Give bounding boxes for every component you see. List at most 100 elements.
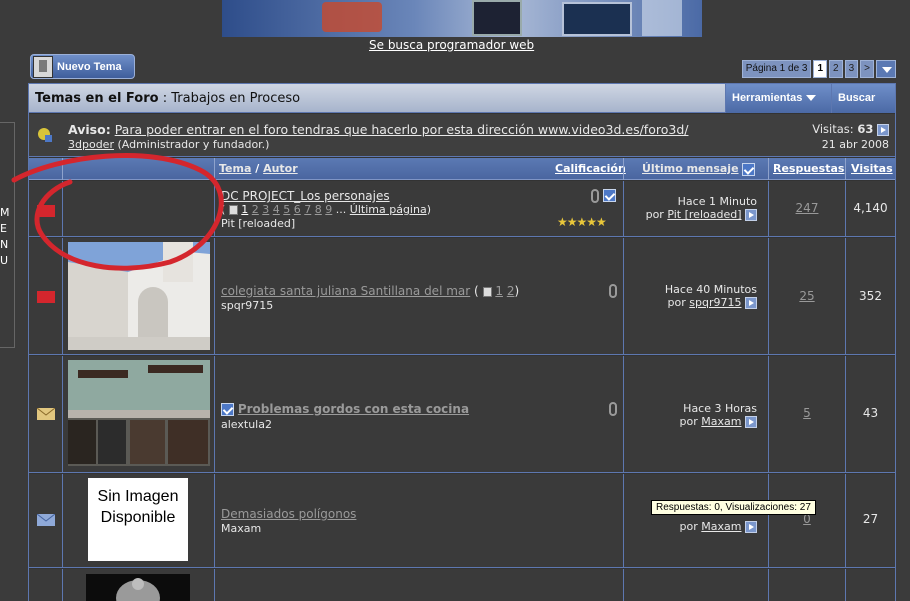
thread-row: DC PROJECT_Los personajes ( 1 2 3 4 5 6 … bbox=[29, 181, 895, 237]
last-post-user-link[interactable]: Pit [reloaded] bbox=[667, 208, 741, 221]
banner-decor bbox=[642, 0, 682, 36]
banner-decor bbox=[322, 2, 382, 32]
banner-decor bbox=[562, 2, 632, 36]
next-page-link[interactable]: > bbox=[860, 60, 874, 78]
folder-new-icon bbox=[37, 408, 55, 420]
page-link[interactable]: 3 bbox=[844, 60, 859, 78]
announcement-author[interactable]: 3dpoder bbox=[68, 138, 114, 151]
go-last-post-icon[interactable] bbox=[745, 209, 757, 221]
no-image-placeholder: Sin Imagen Disponible bbox=[88, 478, 188, 561]
thread-row bbox=[29, 569, 895, 601]
last-post-info: Hace 40 Minutos por spqr9715 bbox=[664, 283, 757, 309]
last-post-user-link[interactable]: spqr9715 bbox=[689, 296, 741, 309]
multipage-icon bbox=[482, 286, 492, 297]
new-topic-icon bbox=[33, 55, 53, 78]
page-link[interactable]: 1 bbox=[241, 203, 248, 216]
sort-last-post-link[interactable]: Último mensaje bbox=[642, 162, 739, 175]
thread-title-link[interactable]: colegiata santa juliana Santillana del m… bbox=[221, 284, 470, 298]
folder-hot-icon bbox=[37, 205, 55, 217]
thread-thumbnail[interactable] bbox=[86, 574, 190, 601]
new-topic-label: Nuevo Tema bbox=[57, 60, 122, 73]
sort-views-link[interactable]: Visitas bbox=[851, 162, 893, 175]
thread-author: Pit [reloaded] bbox=[221, 217, 296, 230]
sort-replies-link[interactable]: Respuestas bbox=[773, 162, 844, 175]
sort-author-link[interactable]: Autor bbox=[263, 162, 298, 175]
new-topic-button[interactable]: Nuevo Tema bbox=[30, 54, 135, 79]
views-count: 27 bbox=[862, 512, 879, 526]
thread-thumbnail[interactable] bbox=[68, 360, 210, 466]
sort-rating-link[interactable]: Calificación bbox=[555, 162, 626, 175]
page-link[interactable]: 3 bbox=[262, 203, 269, 216]
thread-page-links: ( 1 2) bbox=[474, 284, 520, 298]
subscribed-check-icon bbox=[603, 189, 616, 202]
go-last-post-icon[interactable] bbox=[745, 521, 757, 533]
page-link[interactable]: 4 bbox=[273, 203, 280, 216]
chevron-down-icon bbox=[806, 95, 817, 102]
multipage-icon bbox=[228, 205, 238, 215]
column-last-post: Último mensaje bbox=[642, 162, 756, 176]
left-menu-stub[interactable]: M E N U bbox=[0, 122, 15, 348]
thread-title-link[interactable]: DC PROJECT_Los personajes bbox=[221, 189, 390, 203]
replies-link[interactable]: 5 bbox=[770, 406, 844, 420]
announcement-author-line: 3dpoder (Administrador y fundador.) bbox=[68, 138, 270, 151]
attachment-icon bbox=[591, 189, 599, 203]
page-link[interactable]: 9 bbox=[325, 203, 332, 216]
thread-title-link[interactable]: Demasiados polígonos bbox=[221, 507, 356, 521]
thread-row: colegiata santa juliana Santillana del m… bbox=[29, 238, 895, 355]
go-last-post-icon[interactable] bbox=[745, 416, 757, 428]
thread-thumbnail[interactable] bbox=[68, 242, 210, 350]
sort-desc-icon[interactable] bbox=[742, 162, 756, 176]
announcement-link[interactable]: Para poder entrar en el foro tendras que… bbox=[115, 122, 689, 137]
page-info: Página 1 de 3 bbox=[741, 60, 812, 78]
search-menu-button[interactable]: Buscar bbox=[831, 84, 895, 131]
thread-table: Temas en el Foro : Trabajos en Proceso H… bbox=[28, 83, 896, 601]
announcement-date: 21 abr 2008 bbox=[821, 138, 889, 151]
go-last-post-icon[interactable] bbox=[745, 297, 757, 309]
tooltip: Respuestas: 0, Visualizaciones: 27 bbox=[651, 500, 816, 515]
thread-author: Maxam bbox=[221, 522, 262, 535]
thread-row: Sin Imagen Disponible Demasiados polígon… bbox=[29, 474, 895, 568]
announcement-row: Aviso: Para poder entrar en el foro tend… bbox=[29, 114, 895, 157]
forum-header: Temas en el Foro : Trabajos en Proceso H… bbox=[29, 84, 895, 131]
page-link[interactable]: 2 bbox=[252, 203, 259, 216]
tools-menu-button[interactable]: Herramientas bbox=[725, 84, 831, 113]
last-post-user-link[interactable]: Maxam bbox=[701, 520, 741, 533]
attachment-icon bbox=[609, 402, 617, 416]
replies-link[interactable]: 25 bbox=[770, 289, 844, 303]
forum-title: Temas en el Foro : Trabajos en Proceso bbox=[35, 91, 301, 106]
banner-ad-image[interactable] bbox=[222, 0, 702, 37]
announcement-visits: Visitas: 63 bbox=[812, 122, 889, 136]
banner-decor bbox=[472, 0, 522, 36]
column-headers: Tema / Autor Calificación Último mensaje… bbox=[29, 158, 895, 180]
views-count: 352 bbox=[859, 289, 882, 303]
thread-author: spqr9715 bbox=[221, 299, 274, 312]
thread-row: Problemas gordos con esta cocina alextul… bbox=[29, 356, 895, 473]
left-menu-letters: M E N U bbox=[0, 206, 10, 267]
banner-link[interactable]: Se busca programador web bbox=[369, 38, 534, 52]
column-topic-author: Tema / Autor bbox=[219, 162, 298, 175]
page-link[interactable]: 1 bbox=[495, 284, 503, 298]
page-link[interactable]: 6 bbox=[294, 203, 301, 216]
pager-dropdown-button[interactable] bbox=[876, 60, 896, 78]
subscribed-check-icon bbox=[221, 403, 234, 416]
page-link[interactable]: 5 bbox=[283, 203, 290, 216]
last-post-info: Hace 1 Minuto por Pit [reloaded] bbox=[645, 195, 757, 221]
thread-author: alextula2 bbox=[221, 418, 272, 431]
page-link[interactable]: 2 bbox=[829, 60, 843, 78]
announcement-icon bbox=[38, 128, 52, 142]
announcement-line: Aviso: Para poder entrar en el foro tend… bbox=[68, 122, 689, 137]
attachment-icon bbox=[609, 284, 617, 298]
page-link-current[interactable]: 1 bbox=[813, 60, 828, 78]
replies-link[interactable]: 247 bbox=[770, 201, 844, 215]
go-arrow-icon[interactable] bbox=[877, 123, 889, 136]
thread-title-link[interactable]: Problemas gordos con esta cocina bbox=[238, 402, 469, 416]
last-post-info: por Maxam bbox=[627, 520, 757, 533]
last-page-link[interactable]: Última página bbox=[350, 203, 427, 216]
page-link[interactable]: 7 bbox=[304, 203, 311, 216]
page-link[interactable]: 8 bbox=[315, 203, 322, 216]
forum-name: Trabajos en Proceso bbox=[171, 91, 301, 106]
sort-topic-link[interactable]: Tema bbox=[219, 162, 251, 175]
last-post-user-link[interactable]: Maxam bbox=[701, 415, 741, 428]
page-link[interactable]: 2 bbox=[507, 284, 515, 298]
folder-hot-icon bbox=[37, 291, 55, 303]
